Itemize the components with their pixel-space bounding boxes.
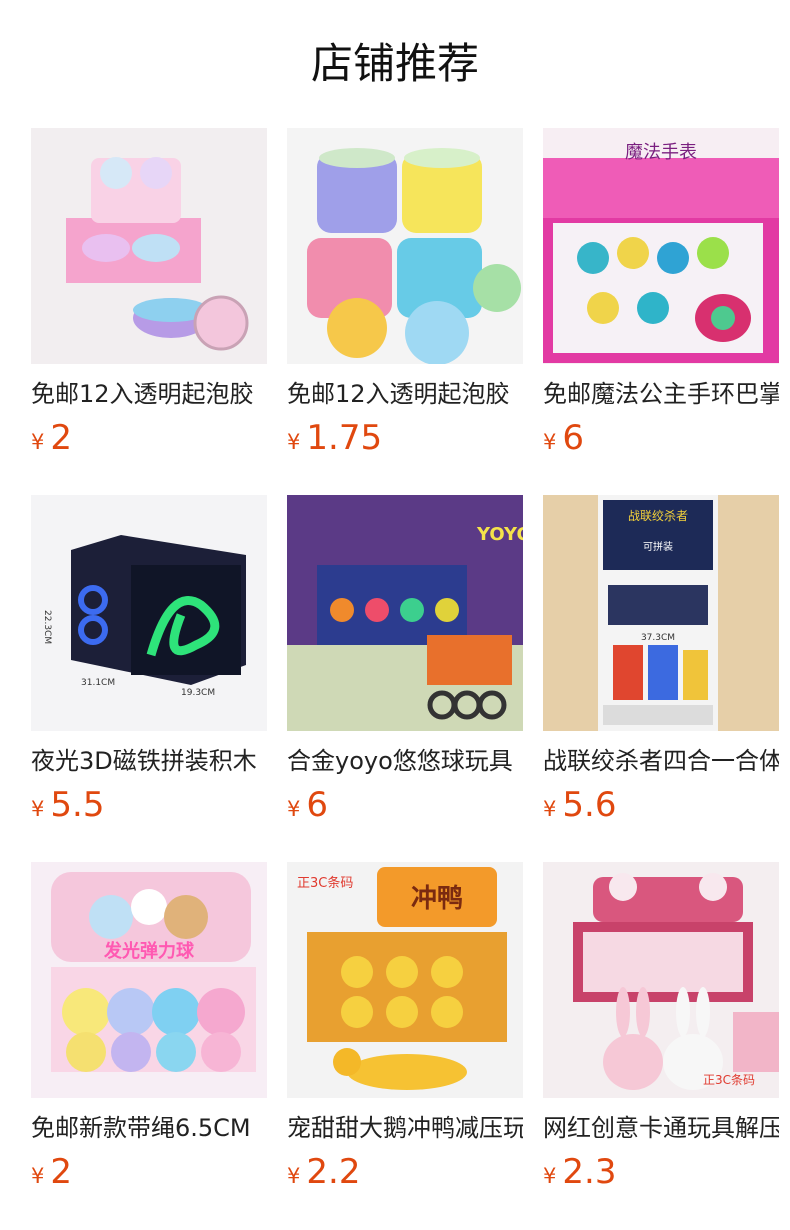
page-title: 店铺推荐 [310,39,479,88]
price-value: 2 [50,418,73,458]
image-label: 37.3CM [641,633,675,643]
currency-symbol: ¥ [543,797,557,821]
product-card[interactable]: 正3C条码 冲鸭 宠甜甜大鹅冲鸭减压玩具 ¥2.2 [287,862,523,1192]
product-price: ¥2.2 [287,1152,523,1192]
product-price: ¥2 [31,1152,267,1192]
price-value: 6 [306,785,329,825]
image-label: 魔法手表 [625,142,697,163]
price-value: 6 [562,418,585,458]
bunny-squeeze-image[interactable]: 正3C条码 [543,862,779,1098]
product-name[interactable]: 夜光3D磁铁拼装积木 [31,745,267,777]
product-price: ¥6 [543,418,779,458]
product-name[interactable]: 免邮12入透明起泡胶 [31,378,267,410]
product-card[interactable]: YOYO 合金yoyo悠悠球玩具 ¥6 [287,495,523,825]
product-card[interactable]: 发光弹力球 免邮新款带绳6.5CM ¥2 [31,862,267,1192]
slime-box-image[interactable] [31,128,267,364]
price-value: 5.6 [562,785,617,825]
currency-symbol: ¥ [543,1164,557,1188]
product-name[interactable]: 免邮12入透明起泡胶 [287,378,523,410]
price-value: 5.5 [50,785,105,825]
product-card[interactable]: 免邮12入透明起泡胶 ¥1.75 [287,128,523,458]
product-name[interactable]: 免邮新款带绳6.5CM [31,1112,267,1144]
product-price: ¥5.6 [543,785,779,825]
product-card[interactable]: 免邮12入透明起泡胶 ¥2 [31,128,267,458]
currency-symbol: ¥ [31,797,45,821]
currency-symbol: ¥ [287,1164,301,1188]
product-price: ¥2 [31,418,267,458]
product-name[interactable]: 宠甜甜大鹅冲鸭减压玩具 [287,1112,523,1144]
image-label: YOYO [476,524,523,545]
transformer-robot-image[interactable]: 战联绞杀者 可拼装 37.3CM [543,495,779,731]
currency-symbol: ¥ [287,797,301,821]
currency-symbol: ¥ [31,430,45,454]
image-label: 可拼装 [643,540,673,553]
product-price: ¥2.3 [543,1152,779,1192]
product-name[interactable]: 免邮魔法公主手环巴掌 [543,378,779,410]
product-name[interactable]: 合金yoyo悠悠球玩具 [287,745,523,777]
price-value: 2.3 [562,1152,617,1192]
image-label: 战联绞杀者 [628,508,688,523]
product-card[interactable]: 魔法手表 免邮魔法公主手环巴掌 ¥6 [543,128,779,458]
yoyo-toy-image[interactable]: YOYO [287,495,523,731]
currency-symbol: ¥ [31,1164,45,1188]
barcode-label: 正3C条码 [297,875,353,891]
product-card[interactable]: 正3C条码 网红创意卡通玩具解压 ¥2.3 [543,862,779,1192]
duck-squeeze-image[interactable]: 正3C条码 冲鸭 [287,862,523,1098]
currency-symbol: ¥ [543,430,557,454]
dimension-height-label: 22.3CM [42,610,52,644]
product-price: ¥1.75 [287,418,523,458]
princess-bracelet-image[interactable]: 魔法手表 [543,128,779,364]
barcode-label: 正3C条码 [703,1073,755,1087]
currency-symbol: ¥ [287,430,301,454]
flash-ball-image[interactable]: 发光弹力球 [31,862,267,1098]
slime-jars-image[interactable] [287,128,523,364]
price-value: 1.75 [306,418,383,458]
product-card[interactable]: 战联绞杀者 可拼装 37.3CM 战联绞杀者四合一合体 ¥5.6 [543,495,779,825]
product-price: ¥5.5 [31,785,267,825]
image-label: 发光弹力球 [103,940,195,962]
price-value: 2.2 [306,1152,361,1192]
image-label: 冲鸭 [411,884,463,914]
magnetic-blocks-image[interactable]: 22.3CM 31.1CM 19.3CM [31,495,267,731]
dimension-length-label: 31.1CM [81,678,115,688]
product-name[interactable]: 战联绞杀者四合一合体 [543,745,779,777]
dimension-width-label: 19.3CM [181,688,215,698]
product-price: ¥6 [287,785,523,825]
product-card[interactable]: 22.3CM 31.1CM 19.3CM 夜光3D磁铁拼装积木 ¥5.5 [31,495,267,825]
price-value: 2 [50,1152,73,1192]
product-name[interactable]: 网红创意卡通玩具解压 [543,1112,779,1144]
